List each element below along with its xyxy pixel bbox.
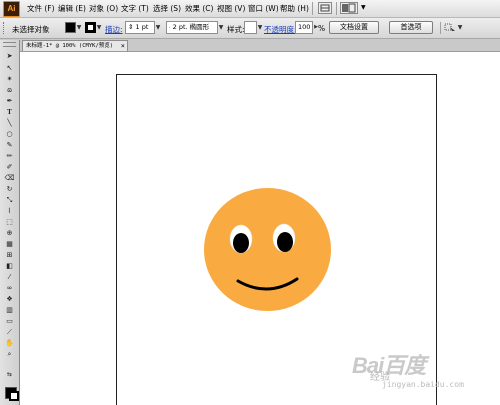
menu-select[interactable]: 选择 (S) bbox=[153, 3, 181, 14]
blob-brush-tool-icon[interactable]: ✐ bbox=[3, 163, 16, 172]
face-circle[interactable] bbox=[204, 188, 331, 311]
smiley-face-artwork[interactable] bbox=[204, 188, 331, 311]
chevron-down-icon[interactable]: ▼ bbox=[155, 23, 161, 32]
menu-edit[interactable]: 编辑 (E) bbox=[58, 3, 86, 14]
zoom-tool-icon[interactable]: ⌕ bbox=[3, 350, 16, 359]
direct-selection-tool-icon[interactable]: ↖ bbox=[3, 64, 16, 73]
opacity-label[interactable]: 不透明度: bbox=[264, 24, 297, 35]
stroke-label[interactable]: 描边: bbox=[105, 24, 123, 35]
document-tab-strip: 未标题-1* @ 100% (CMYK/预览) × bbox=[0, 39, 500, 52]
watermark-url: jingyan.baidu.com bbox=[382, 380, 464, 389]
chevron-down-icon[interactable]: ▼ bbox=[257, 23, 263, 32]
eyedropper-tool-icon[interactable]: ⁄ bbox=[3, 273, 16, 282]
stepper-icon[interactable]: ⇕ bbox=[128, 23, 133, 31]
app-logo: Ai bbox=[3, 1, 20, 17]
grip-icon[interactable] bbox=[3, 22, 6, 34]
dot-icon: · bbox=[169, 25, 171, 31]
panel-grip-icon[interactable] bbox=[3, 42, 16, 47]
warp-tool-icon[interactable]: ⌇ bbox=[3, 207, 16, 216]
stroke-color-box[interactable] bbox=[9, 391, 19, 401]
chevron-down-icon[interactable]: ▼ bbox=[361, 4, 366, 11]
lasso-tool-icon[interactable]: ɷ bbox=[3, 86, 16, 95]
menu-effect[interactable]: 效果 (C) bbox=[185, 3, 213, 14]
ellipse-tool-icon[interactable]: ○ bbox=[3, 130, 16, 139]
menu-object[interactable]: 对象 (O) bbox=[89, 3, 118, 14]
selection-options-icon[interactable] bbox=[444, 22, 456, 33]
eraser-tool-icon[interactable]: ⌫ bbox=[3, 174, 16, 183]
brush-dropdown[interactable]: · 2 pt. 椭圆形 bbox=[166, 21, 218, 34]
perspective-grid-tool-icon[interactable]: ▦ bbox=[3, 240, 16, 249]
paintbrush-tool-icon[interactable]: ✎ bbox=[3, 141, 16, 150]
menu-file[interactable]: 文件 (F) bbox=[27, 3, 55, 14]
control-bar: 未选择对象 ▼ ▼ 描边: ⇕ 1 pt ▼ · 2 pt. 椭圆形 ▼ 样式:… bbox=[0, 18, 500, 39]
menu-type[interactable]: 文字 (T) bbox=[121, 3, 149, 14]
pen-tool-icon[interactable]: ✒ bbox=[3, 97, 16, 106]
column-graph-tool-icon[interactable]: ▥ bbox=[3, 306, 16, 315]
hand-tool-icon[interactable]: ✋ bbox=[3, 339, 16, 348]
blend-tool-icon[interactable]: ∞ bbox=[3, 284, 16, 293]
illustrator-window: Ai 文件 (F) 编辑 (E) 对象 (O) 文字 (T) 选择 (S) 效果… bbox=[0, 0, 500, 405]
menu-window[interactable]: 窗口 (W) bbox=[248, 3, 279, 14]
opacity-unit: % bbox=[318, 24, 326, 33]
free-transform-tool-icon[interactable]: ⬚ bbox=[3, 218, 16, 227]
arrange-documents-icon[interactable] bbox=[340, 2, 358, 14]
selection-status: 未选择对象 bbox=[12, 25, 50, 34]
chevron-down-icon[interactable]: ▼ bbox=[76, 23, 82, 32]
watermark: Bai百度 经验 jingyan.baidu.com bbox=[352, 348, 498, 403]
bridge-icon[interactable] bbox=[318, 2, 332, 14]
artboard-tool-icon[interactable]: ▭ bbox=[3, 317, 16, 326]
swap-fill-stroke-icon[interactable]: ⇆ bbox=[3, 370, 16, 379]
chevron-down-icon[interactable]: ▼ bbox=[457, 23, 463, 32]
mesh-tool-icon[interactable]: ⊞ bbox=[3, 251, 16, 260]
pencil-tool-icon[interactable]: ✏ bbox=[3, 152, 16, 161]
type-tool-icon[interactable]: T bbox=[3, 108, 16, 117]
style-swatch[interactable] bbox=[244, 21, 257, 34]
menu-divider bbox=[336, 2, 337, 15]
chevron-down-icon[interactable]: ▼ bbox=[218, 23, 224, 32]
gradient-tool-icon[interactable]: ◧ bbox=[3, 262, 16, 271]
line-segment-tool-icon[interactable]: ╲ bbox=[3, 119, 16, 128]
preferences-button[interactable]: 首选项 bbox=[389, 21, 433, 34]
document-tab[interactable]: 未标题-1* @ 100% (CMYK/预览) × bbox=[22, 40, 128, 51]
close-icon[interactable]: × bbox=[121, 41, 125, 51]
slice-tool-icon[interactable]: ⟋ bbox=[3, 328, 16, 337]
tools-panel: ➤ ↖ ✶ ɷ ✒ T ╲ ○ ✎ ✏ ✐ ⌫ ↻ ⤡ ⌇ ⬚ ⊕ ▦ ⊞ ◧ … bbox=[0, 40, 20, 405]
menu-view[interactable]: 视图 (V) bbox=[217, 3, 245, 14]
symbol-sprayer-tool-icon[interactable]: ❖ bbox=[3, 295, 16, 304]
menu-divider bbox=[312, 2, 313, 15]
left-pupil[interactable] bbox=[233, 233, 249, 253]
magic-wand-tool-icon[interactable]: ✶ bbox=[3, 75, 16, 84]
rotate-tool-icon[interactable]: ↻ bbox=[3, 185, 16, 194]
stroke-weight-field[interactable]: ⇕ 1 pt bbox=[125, 21, 155, 34]
selection-tool-icon[interactable]: ➤ bbox=[3, 52, 16, 61]
menu-bar: Ai 文件 (F) 编辑 (E) 对象 (O) 文字 (T) 选择 (S) 效果… bbox=[0, 0, 500, 18]
right-pupil[interactable] bbox=[277, 232, 293, 252]
shape-builder-tool-icon[interactable]: ⊕ bbox=[3, 229, 16, 238]
stroke-swatch[interactable] bbox=[85, 22, 96, 33]
chevron-down-icon[interactable]: ▼ bbox=[96, 23, 102, 32]
style-label: 样式: bbox=[227, 25, 245, 34]
divider bbox=[440, 22, 441, 34]
fill-swatch[interactable] bbox=[65, 22, 76, 33]
menu-help[interactable]: 帮助 (H) bbox=[280, 3, 309, 14]
scale-tool-icon[interactable]: ⤡ bbox=[3, 196, 16, 205]
opacity-field[interactable]: 100 bbox=[295, 21, 313, 34]
document-setup-button[interactable]: 文档设置 bbox=[329, 21, 379, 34]
